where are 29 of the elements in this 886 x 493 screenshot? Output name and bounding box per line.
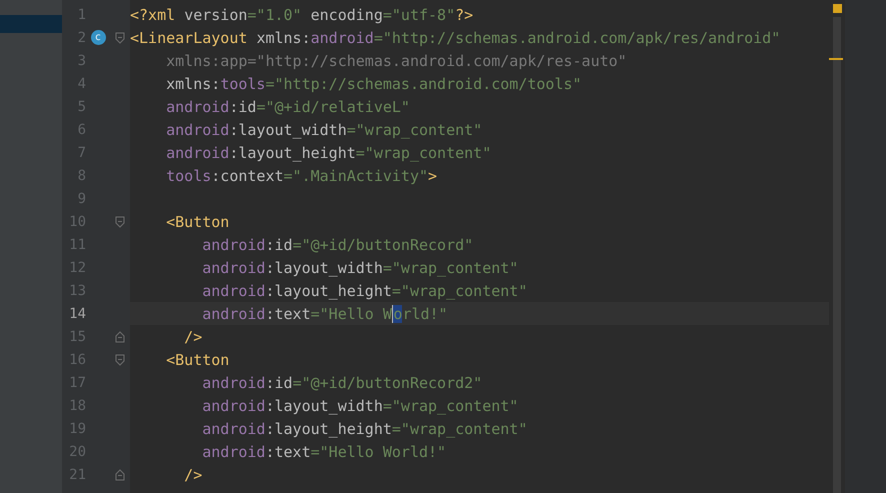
fold-icon[interactable]	[115, 32, 125, 44]
code-line: />	[183, 464, 202, 484]
class-badge-icon[interactable]: c	[90, 30, 106, 45]
code-line: android:layout_height="wrap_content"	[165, 142, 492, 162]
line-number: 14	[68, 306, 86, 322]
code-line: android:id="@+id/buttonRecord"	[201, 234, 474, 254]
code-line: />	[183, 326, 202, 346]
code-line: android:id="@+id/buttonRecord2"	[201, 372, 482, 392]
code-line: <Button	[165, 350, 230, 370]
code-line: android:layout_height="wrap_content"	[201, 280, 528, 300]
fold-icon[interactable]	[115, 216, 125, 228]
fold-end-icon[interactable]	[115, 330, 125, 342]
code-line: <LinearLayout xmlns:android="http://schemas.android.com/apk/res/android"	[130, 28, 780, 48]
code-line: android:layout_width="wrap_content"	[201, 396, 518, 416]
warning-marker[interactable]	[829, 58, 843, 60]
code-line: <Button	[165, 212, 230, 232]
code-line: tools:context=".MainActivity">	[165, 166, 438, 186]
code-line: xmlns:tools="http://schemas.android.com/tools"	[165, 74, 582, 94]
code-line: android:layout_height="wrap_content"	[201, 418, 528, 438]
code-line: android:layout_width="wrap_content"	[201, 258, 518, 278]
code-line: android:id="@+id/relativeL"	[165, 96, 410, 116]
fold-icon[interactable]	[115, 354, 125, 366]
code-line: <?xml version="1.0" encoding="utf-8"?>	[130, 4, 474, 24]
code-line: android:text="Hello Wo rld!"	[201, 304, 448, 324]
code-line: android:layout_width="wrap_content"	[165, 120, 482, 140]
code-line: xmlns:app="http://schemas.android.com/apk/res-auto"	[165, 50, 627, 70]
code-line: android:text="Hello World!"	[201, 442, 446, 462]
warning-status-icon[interactable]	[832, 4, 842, 13]
fold-end-icon[interactable]	[115, 468, 125, 480]
